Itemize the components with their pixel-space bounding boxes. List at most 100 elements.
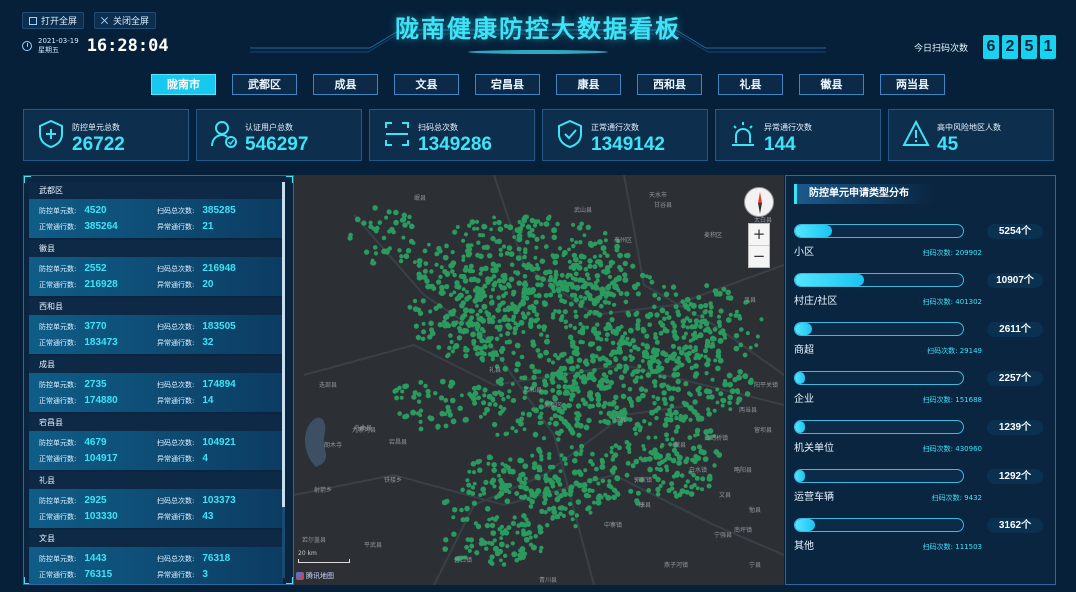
- map-dot: [606, 495, 612, 501]
- tab-wenxian[interactable]: 文县: [394, 74, 459, 95]
- region-units-label: 防控单元数:: [39, 323, 77, 331]
- map-place-label: 成县: [614, 417, 627, 424]
- map-place-label: 甘谷县: [654, 202, 673, 209]
- map-place-label: 留坝县: [754, 427, 773, 434]
- map-dot: [473, 345, 479, 352]
- map-dot: [667, 407, 672, 413]
- tab-lixian[interactable]: 礼县: [718, 74, 783, 95]
- map-dot: [433, 391, 438, 396]
- user-check-icon: [211, 121, 237, 148]
- tab-liangdang[interactable]: 两当县: [880, 74, 945, 95]
- map-dot: [597, 356, 603, 362]
- map-dot: [548, 282, 554, 288]
- map-dot: [468, 308, 474, 314]
- compass-icon[interactable]: [744, 187, 774, 217]
- region-scans-value: 174894: [202, 379, 236, 390]
- map-dot: [438, 395, 445, 401]
- region-normal: 正常通行数: 385264: [39, 221, 118, 232]
- map-dot: [397, 411, 402, 416]
- map-dot: [700, 487, 704, 492]
- tab-chengxian[interactable]: 成县: [313, 74, 378, 95]
- map-dot: [655, 491, 661, 497]
- map-dot: [393, 209, 399, 216]
- map-dot: [479, 350, 485, 356]
- corner-decoration: [286, 176, 293, 183]
- map-dot: [580, 285, 585, 289]
- region-item[interactable]: 文县 防控单元数: 1443 扫码总次数: 76318 正常通行数: 76315 异常…: [29, 530, 283, 584]
- tab-wudu[interactable]: 武都区: [232, 74, 297, 95]
- map-dot: [587, 478, 593, 484]
- map-dot: [635, 490, 641, 496]
- map-dot: [490, 530, 497, 536]
- map-dot: [653, 383, 658, 388]
- map-dot: [668, 442, 673, 447]
- region-item[interactable]: 宕昌县 防控单元数: 4679 扫码总次数: 104921 正常通行数: 104917…: [29, 414, 283, 472]
- map-dot: [549, 416, 554, 421]
- region-item[interactable]: 西和县 防控单元数: 3770 扫码总次数: 183505 正常通行数: 183473…: [29, 298, 283, 356]
- map-dot: [663, 352, 669, 358]
- map-view[interactable]: 岷县 舟曲县 迭部县 宕昌县 武山县 甘谷县 礼县 西和县 成县 徽县 两当县 武都区 康县 文县 九寨沟县…: [294, 175, 784, 585]
- region-units: 防控单元数: 1443: [39, 553, 107, 564]
- map-dot: [486, 316, 493, 322]
- map-dot: [449, 339, 454, 345]
- map-dot: [506, 245, 513, 251]
- map-dot: [600, 245, 607, 252]
- map-dot: [486, 454, 493, 461]
- map-dot: [649, 279, 655, 285]
- map-dot: [538, 530, 543, 535]
- region-units: 防控单元数: 4520: [39, 205, 107, 216]
- map-dot: [467, 469, 472, 474]
- map-dot: [402, 414, 408, 420]
- tab-xihe[interactable]: 西和县: [637, 74, 702, 95]
- region-item[interactable]: 礼县 防控单元数: 2925 扫码总次数: 103373 正常通行数: 103330 …: [29, 472, 283, 530]
- zoom-in-button[interactable]: +: [749, 224, 769, 246]
- region-normal: 正常通行数: 216928: [39, 279, 118, 290]
- scrollbar-thumb[interactable]: [282, 182, 285, 507]
- region-scans-value: 104921: [202, 437, 236, 448]
- map-dot: [729, 388, 736, 395]
- tab-dangchang[interactable]: 宕昌县: [475, 74, 540, 95]
- map-dot: [448, 333, 453, 338]
- map-dot: [420, 298, 426, 304]
- corner-decoration: [286, 577, 293, 584]
- region-item[interactable]: 武都区 防控单元数: 4520 扫码总次数: 385285 正常通行数: 385264…: [29, 182, 283, 240]
- region-units: 防控单元数: 2735: [39, 379, 107, 390]
- tab-kangxian[interactable]: 康县: [556, 74, 621, 95]
- tab-huixian[interactable]: 徽县: [799, 74, 864, 95]
- map-dot: [550, 505, 557, 512]
- map-dot: [407, 214, 412, 220]
- region-item[interactable]: 徽县 防控单元数: 2552 扫码总次数: 216948 正常通行数: 216928 …: [29, 240, 283, 298]
- map-dot: [424, 278, 430, 284]
- map-dot: [470, 323, 475, 328]
- map-dot: [692, 330, 698, 335]
- map-dot: [544, 338, 550, 345]
- map-dot: [703, 348, 708, 354]
- region-units-value: 2925: [84, 495, 107, 506]
- map-dot: [520, 471, 526, 478]
- map-dot: [551, 288, 557, 294]
- region-list-scrollbar[interactable]: [282, 182, 285, 578]
- map-dot: [659, 382, 665, 389]
- map-dot: [682, 346, 687, 351]
- map-dot: [490, 477, 497, 484]
- map-dot: [683, 458, 689, 465]
- map-dot: [727, 394, 733, 401]
- zoom-out-button[interactable]: −: [749, 246, 769, 268]
- map-dot: [381, 235, 387, 241]
- map-place-label: 宕昌县: [389, 439, 408, 446]
- map-dot: [712, 408, 717, 413]
- region-normal-label: 正常通行数:: [39, 339, 77, 347]
- map-dot: [687, 318, 693, 324]
- map-dot: [533, 407, 539, 414]
- region-item[interactable]: 成县 防控单元数: 2735 扫码总次数: 174894 正常通行数: 174880 …: [29, 356, 283, 414]
- map-dot: [692, 482, 697, 488]
- map-dot: [637, 364, 642, 369]
- distribution-scans-value: 111503: [955, 543, 982, 551]
- map-dot: [645, 274, 649, 279]
- map-dot: [513, 309, 519, 315]
- map-dot: [676, 454, 683, 461]
- map-dot: [442, 323, 448, 329]
- map-dot: [660, 459, 665, 465]
- region-scans-value: 76318: [202, 553, 231, 564]
- tab-longnan[interactable]: 陇南市: [151, 74, 216, 95]
